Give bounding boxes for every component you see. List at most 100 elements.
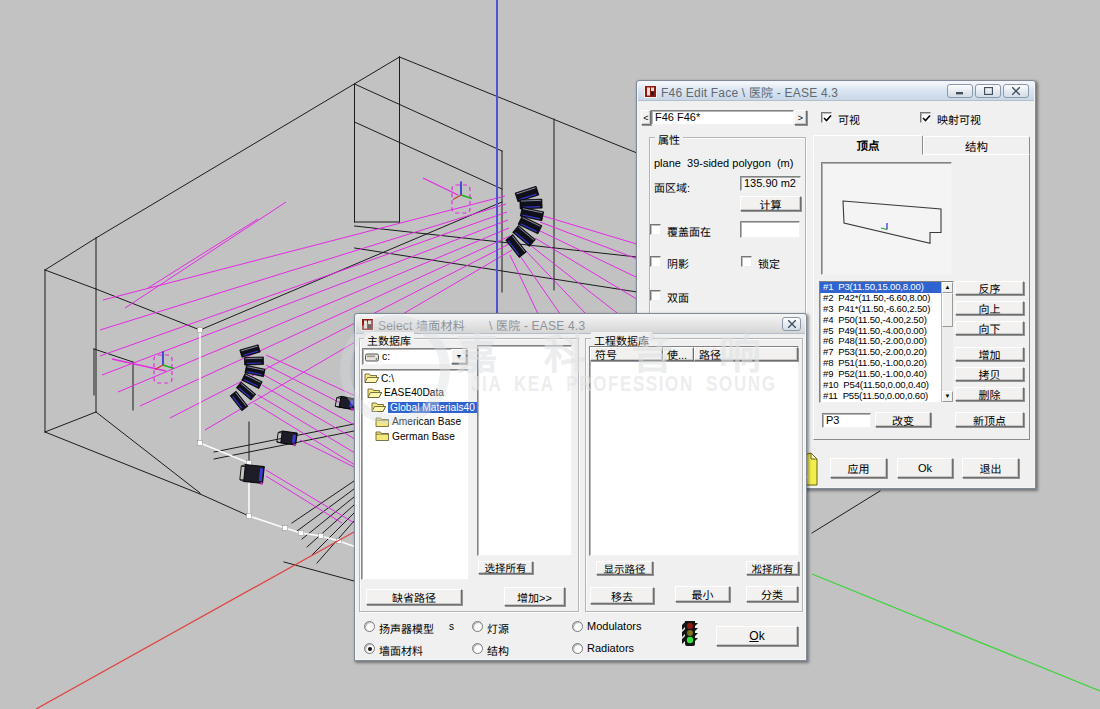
sort-button[interactable]: 分类 bbox=[746, 586, 798, 602]
shadow-checkbox[interactable] bbox=[650, 256, 661, 267]
drive-combobox[interactable]: c: ▼ bbox=[362, 348, 468, 365]
radio-lamps-label: 灯源 bbox=[487, 620, 509, 636]
double-sided-checkbox[interactable] bbox=[650, 290, 661, 301]
face-prev-button[interactable]: < bbox=[641, 110, 651, 125]
double-sided-label: 双面 bbox=[667, 289, 689, 305]
column-header-used[interactable]: 使... bbox=[663, 347, 694, 361]
add-vertex-button[interactable]: 增加 bbox=[955, 347, 1024, 361]
database-tree[interactable]: C:\ EASE40Data Global Materials40 Americ… bbox=[361, 369, 469, 580]
face-preview-panel bbox=[821, 162, 952, 275]
select-all-project-button[interactable]: 凇择所有 bbox=[746, 561, 799, 575]
vertex-list-item[interactable]: #11 P55(11.50,0.00,0.60) bbox=[820, 391, 941, 402]
radio-radiators[interactable] bbox=[572, 643, 583, 654]
face-spinner-field[interactable]: F46 F46* bbox=[651, 110, 794, 125]
close-button[interactable] bbox=[1003, 84, 1029, 98]
f46-title: F46 Edit Face \ 医院 - EASE 4.3 bbox=[661, 83, 838, 100]
reverse-order-button[interactable]: 反序 bbox=[955, 281, 1024, 295]
default-path-button[interactable]: 缺省路径 bbox=[366, 589, 462, 605]
select-dialog-titlebar[interactable]: Select 墙面材料 \ 医院 - EASE 4.3 bbox=[356, 315, 805, 334]
scroll-up-arrow: ▲ bbox=[942, 282, 953, 293]
exit-button[interactable]: 退出 bbox=[962, 458, 1019, 478]
radio-speaker-models[interactable] bbox=[364, 621, 375, 632]
visible-checkbox[interactable] bbox=[821, 112, 832, 123]
minimize-list-button[interactable]: 最小 bbox=[675, 586, 730, 602]
show-path-button[interactable]: 显示路径 bbox=[596, 561, 653, 575]
stray-s-label: s bbox=[449, 621, 454, 632]
tab-vertices[interactable]: 顶点 bbox=[813, 135, 923, 155]
lock-checkbox[interactable] bbox=[741, 256, 752, 267]
shadow-label: 阴影 bbox=[667, 255, 689, 271]
face-next-button[interactable]: > bbox=[794, 110, 807, 125]
vertex-list-scrollbar[interactable]: ▲ ▼ bbox=[941, 282, 953, 402]
folder-closed-icon bbox=[375, 430, 390, 442]
delete-vertex-button[interactable]: 删除 bbox=[955, 387, 1024, 401]
remove-button[interactable]: 移去 bbox=[590, 587, 654, 604]
maximize-icon bbox=[984, 87, 993, 95]
disk-drive-icon bbox=[365, 353, 379, 362]
radio-structures[interactable] bbox=[472, 643, 483, 654]
radio-structures-label: 结构 bbox=[487, 642, 509, 658]
radio-speaker-models-label: 扬声器模型 bbox=[379, 620, 434, 636]
new-vertex-button[interactable]: 新顶点 bbox=[955, 412, 1024, 427]
tree-item-global-materials[interactable]: Global Materials40 bbox=[363, 400, 468, 415]
coverage-label: 覆盖面在 bbox=[667, 223, 711, 239]
radio-radiators-label: Radiators bbox=[587, 642, 634, 654]
properties-group-label: 属性 bbox=[655, 131, 683, 147]
coverage-field[interactable] bbox=[740, 221, 800, 238]
column-header-symbol[interactable]: 符号 bbox=[590, 347, 663, 361]
select-materials-dialog: Select 墙面材料 \ 医院 - EASE 4.3 主数据库 c: ▼ C:… bbox=[354, 313, 807, 661]
minimize-button[interactable] bbox=[947, 84, 973, 98]
change-vertex-button[interactable]: 改变 bbox=[875, 412, 931, 427]
close-icon bbox=[788, 320, 796, 328]
select-ok-button[interactable]: Ok bbox=[716, 626, 798, 646]
radio-wall-materials[interactable] bbox=[364, 643, 375, 654]
folder-closed-icon bbox=[375, 416, 390, 428]
folder-open-icon bbox=[367, 387, 382, 399]
tab-structure[interactable]: 结构 bbox=[923, 136, 1030, 154]
close-button[interactable] bbox=[782, 317, 801, 331]
y-axis-green bbox=[812, 574, 1100, 691]
traffic-light-graphic bbox=[678, 620, 702, 647]
add-materials-button[interactable]: 增加>> bbox=[504, 587, 565, 606]
maximize-button[interactable] bbox=[975, 84, 1001, 98]
check-icon bbox=[822, 113, 833, 124]
column-header-path[interactable]: 路径 bbox=[694, 347, 798, 361]
radio-modulators-label: Modulators bbox=[587, 620, 641, 632]
combo-dropdown-button[interactable]: ▼ bbox=[451, 349, 467, 364]
table-header-row: 符号 使... 路径 bbox=[590, 347, 798, 361]
radio-modulators[interactable] bbox=[572, 621, 583, 632]
move-up-button[interactable]: 向上 bbox=[955, 301, 1024, 315]
line-array-right bbox=[506, 186, 544, 257]
mapped-visible-checkbox[interactable] bbox=[920, 112, 931, 123]
coverage-checkbox[interactable] bbox=[650, 224, 661, 235]
ease-logo-icon bbox=[361, 318, 374, 331]
main-db-group-label: 主数据库 bbox=[364, 332, 414, 348]
tree-item-ease40data[interactable]: EASE40Data bbox=[363, 386, 468, 401]
scroll-thumb bbox=[942, 293, 953, 327]
vertex-listbox[interactable]: #1 P3(11.50,15.00,8.00) #2 P42*(11.50,-6… bbox=[819, 281, 954, 403]
ease-app-icon bbox=[361, 318, 374, 331]
select-dialog-title-project: \ 医院 - EASE 4.3 bbox=[489, 316, 585, 333]
vertex-name-field[interactable]: P3 bbox=[822, 413, 871, 428]
move-down-button[interactable]: 向下 bbox=[955, 321, 1024, 335]
compute-button[interactable]: 计算 bbox=[740, 196, 801, 211]
tree-item-german-base[interactable]: German Base bbox=[363, 429, 468, 444]
f46-titlebar[interactable]: F46 Edit Face \ 医院 - EASE 4.3 bbox=[638, 82, 1034, 101]
scroll-down-arrow: ▼ bbox=[942, 391, 953, 402]
project-table[interactable]: 符号 使... 路径 bbox=[589, 346, 799, 556]
copy-vertex-button[interactable]: 拷贝 bbox=[955, 367, 1024, 381]
check-icon bbox=[921, 113, 932, 124]
materials-listbox[interactable] bbox=[477, 345, 572, 556]
select-all-button[interactable]: 选择所有 bbox=[478, 561, 533, 574]
apply-button[interactable]: 应用 bbox=[830, 458, 887, 478]
ok-button[interactable]: Ok bbox=[897, 458, 953, 478]
radio-lamps[interactable] bbox=[472, 621, 483, 632]
single-speakers bbox=[240, 396, 356, 485]
select-dialog-title: Select 墙面材料 bbox=[378, 316, 465, 333]
face-preview-polygon bbox=[822, 163, 951, 274]
tree-item-drive[interactable]: C:\ bbox=[363, 371, 468, 386]
close-icon bbox=[1012, 87, 1020, 95]
tree-item-american-base[interactable]: American Base bbox=[363, 415, 468, 430]
vertex-list-item[interactable]: #4 P50(11.50,-4.00,2.50) bbox=[820, 315, 941, 326]
drive-value: c: bbox=[382, 350, 390, 362]
